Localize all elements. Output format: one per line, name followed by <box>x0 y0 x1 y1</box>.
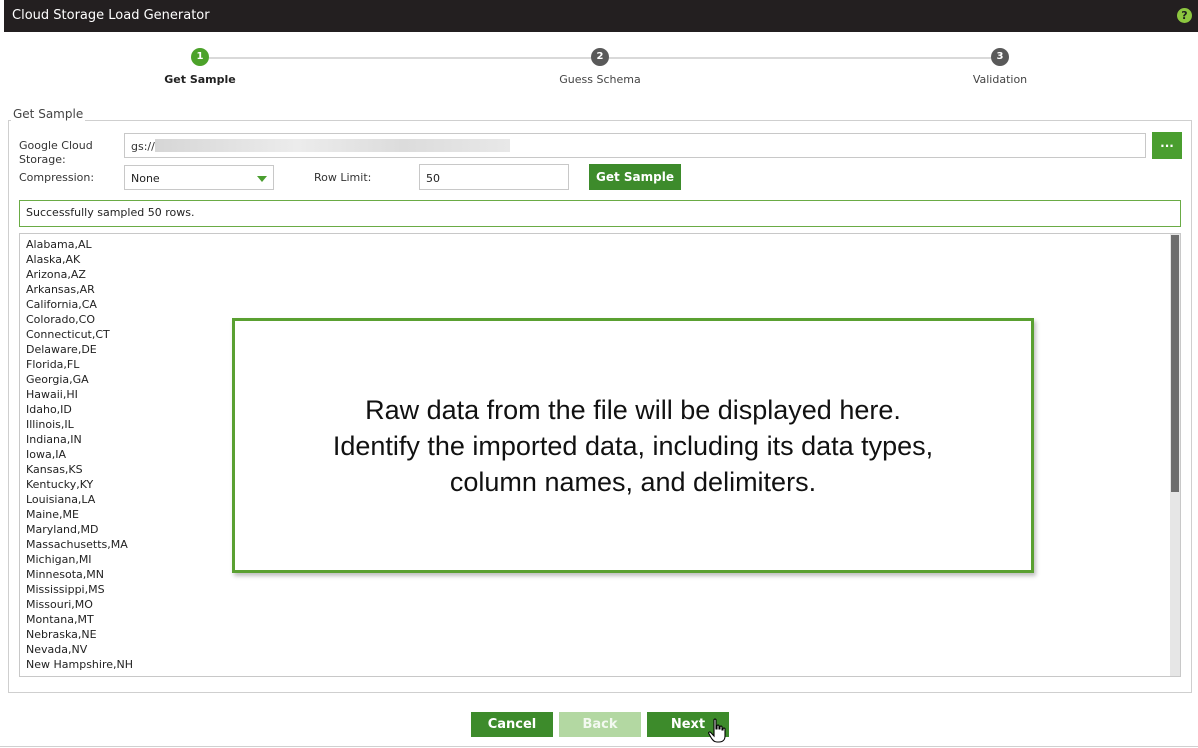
data-line: Kansas,KS <box>26 463 83 476</box>
gcs-path-value: gs:// <box>131 140 155 153</box>
callout-line: Identify the imported data, including it… <box>332 430 934 461</box>
scrollbar-thumb[interactable] <box>1171 235 1179 492</box>
data-line: Alabama,AL <box>26 238 92 251</box>
step-3-label[interactable]: Validation <box>920 73 1080 86</box>
status-message: Successfully sampled 50 rows. <box>26 206 195 219</box>
row-limit-input[interactable]: 50 <box>419 164 569 190</box>
gcs-path-input[interactable]: gs:// <box>124 133 1146 158</box>
data-line: Arizona,AZ <box>26 268 86 281</box>
data-line: Minnesota,MN <box>26 568 104 581</box>
chevron-down-icon <box>257 176 267 182</box>
data-line: Michigan,MI <box>26 553 92 566</box>
stepper-connector <box>209 57 591 59</box>
data-line: Montana,MT <box>26 613 94 626</box>
row-limit-label: Row Limit: <box>314 171 372 184</box>
data-line: Iowa,IA <box>26 448 66 461</box>
status-message-box: Successfully sampled 50 rows. <box>19 200 1181 227</box>
callout-text: Raw data from the file will be displayed… <box>333 392 933 500</box>
data-line: Arkansas,AR <box>26 283 95 296</box>
help-icon[interactable]: ? <box>1177 8 1192 23</box>
step-2-indicator[interactable]: 2 <box>591 48 609 66</box>
data-line: Colorado,CO <box>26 313 96 326</box>
gcs-label: Google Cloud Storage: <box>19 139 93 166</box>
data-line: Georgia,GA <box>26 373 89 386</box>
step-1-indicator[interactable]: 1 <box>191 48 209 66</box>
title-bar: Cloud Storage Load Generator ? <box>4 0 1198 32</box>
row-limit-value: 50 <box>426 172 440 185</box>
compression-value: None <box>131 172 160 185</box>
data-line: Nevada,NV <box>26 643 88 656</box>
data-line: Mississippi,MS <box>26 583 105 596</box>
data-lines: Alabama,AL Alaska,AK Arizona,AZ Arkansas,AR… <box>26 237 133 672</box>
data-line: Nebraska,NE <box>26 628 97 641</box>
data-line: Massachusetts,MA <box>26 538 128 551</box>
compression-label: Compression: <box>19 171 95 184</box>
step-1-label[interactable]: Get Sample <box>120 73 280 86</box>
step-3-indicator[interactable]: 3 <box>991 48 1009 66</box>
data-line: Illinois,IL <box>26 418 74 431</box>
scrollbar[interactable] <box>1170 234 1180 676</box>
data-line: New Hampshire,NH <box>26 658 134 671</box>
compression-select[interactable]: None <box>124 165 274 190</box>
annotation-callout: Raw data from the file will be displayed… <box>232 318 1034 573</box>
back-button[interactable]: Back <box>559 712 641 737</box>
data-line: Maryland,MD <box>26 523 99 536</box>
data-line: Hawaii,HI <box>26 388 78 401</box>
data-line: Florida,FL <box>26 358 80 371</box>
data-line: Idaho,ID <box>26 403 72 416</box>
data-line: Kentucky,KY <box>26 478 94 491</box>
stepper-connector <box>609 57 991 59</box>
callout-line: Raw data from the file will be displayed… <box>365 394 901 425</box>
panel-legend: Get Sample <box>11 107 86 121</box>
get-sample-button[interactable]: Get Sample <box>589 164 681 190</box>
redacted-path <box>155 139 510 152</box>
data-line: Alaska,AK <box>26 253 81 266</box>
data-line: Connecticut,CT <box>26 328 110 341</box>
data-line: Indiana,IN <box>26 433 82 446</box>
data-line: Louisiana,LA <box>26 493 96 506</box>
window-title: Cloud Storage Load Generator <box>12 8 210 23</box>
callout-line: column names, and delimiters. <box>449 466 817 497</box>
data-line: Missouri,MO <box>26 598 93 611</box>
browse-button[interactable]: ... <box>1152 132 1182 159</box>
data-line: Maine,ME <box>26 508 79 521</box>
hand-cursor-icon <box>708 718 726 743</box>
bottom-divider <box>0 746 1198 747</box>
step-2-label[interactable]: Guess Schema <box>520 73 680 86</box>
data-line: Delaware,DE <box>26 343 97 356</box>
cancel-button[interactable]: Cancel <box>471 712 553 737</box>
data-line: California,CA <box>26 298 97 311</box>
